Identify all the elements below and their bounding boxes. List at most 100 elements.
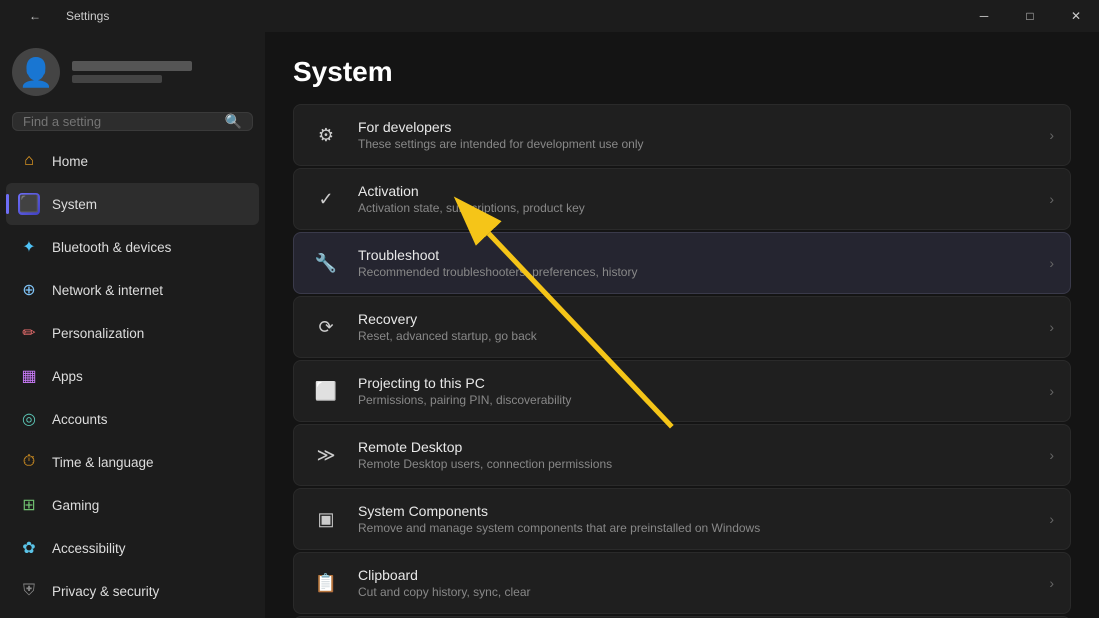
search-icon: 🔍: [225, 113, 242, 130]
titlebar-title: Settings: [66, 9, 109, 23]
sidebar-item-time[interactable]: ⏱ Time & language: [6, 441, 259, 483]
projecting-icon: ⬜: [310, 375, 342, 407]
profile-info: [72, 61, 192, 83]
maximize-icon: □: [1026, 9, 1033, 23]
sidebar-item-home[interactable]: ⌂ Home: [6, 140, 259, 182]
page-title: System: [293, 56, 1071, 88]
projecting-title: Projecting to this PC: [358, 375, 1033, 391]
recovery-title: Recovery: [358, 311, 1033, 327]
sidebar-item-gaming[interactable]: ⊞ Gaming: [6, 484, 259, 526]
accessibility-icon: ✿: [18, 537, 40, 559]
time-icon: ⏱: [18, 451, 40, 473]
developers-icon: ⚙: [310, 119, 342, 151]
sidebar-item-update[interactable]: ↻Windows Update: [6, 613, 259, 618]
close-button[interactable]: ✕: [1053, 0, 1099, 32]
developers-text: For developers These settings are intende…: [358, 119, 1033, 151]
sidebar-label-apps: Apps: [52, 369, 83, 384]
profile-area[interactable]: 👤: [0, 32, 265, 108]
bluetooth-icon: ✦: [18, 236, 40, 258]
active-indicator: [6, 194, 9, 214]
sidebar-item-privacy[interactable]: ⛨ Privacy & security: [6, 570, 259, 612]
profile-email-bar: [72, 75, 162, 83]
system-icon: ⬛: [18, 193, 40, 215]
search-box[interactable]: 🔍: [12, 112, 253, 131]
search-input[interactable]: [23, 114, 217, 129]
home-icon: ⌂: [18, 150, 40, 172]
troubleshoot-chevron: ›: [1049, 255, 1054, 271]
recovery-desc: Reset, advanced startup, go back: [358, 329, 1033, 343]
troubleshoot-icon: 🔧: [310, 247, 342, 279]
developers-title: For developers: [358, 119, 1033, 135]
settings-list: ⚙ For developers These settings are intend…: [293, 104, 1071, 618]
sidebar-label-network: Network & internet: [52, 283, 163, 298]
sidebar-item-apps[interactable]: ▦ Apps: [6, 355, 259, 397]
back-icon: ←: [29, 9, 41, 23]
sidebar-item-bluetooth[interactable]: ✦ Bluetooth & devices: [6, 226, 259, 268]
recovery-icon: ⟳: [310, 311, 342, 343]
remote-desktop-icon: ≫: [310, 439, 342, 471]
sidebar-item-accounts[interactable]: ◎ Accounts: [6, 398, 259, 440]
titlebar-controls: ─ □ ✕: [961, 0, 1099, 32]
nav-list: ⌂ Home ⬛System ✦ Bluetooth & devices ⊕Network…: [0, 139, 265, 618]
sidebar-label-time: Time & language: [52, 455, 154, 470]
projecting-desc: Permissions, pairing PIN, discoverabilit…: [358, 393, 1033, 407]
minimize-icon: ─: [980, 9, 989, 23]
remote-desktop-text: Remote Desktop Remote Desktop users, conn…: [358, 439, 1033, 471]
setting-row-projecting[interactable]: ⬜ Projecting to this PC Permissions, pairi…: [293, 360, 1071, 422]
sidebar-label-home: Home: [52, 154, 88, 169]
sidebar: 👤 🔍 ⌂ Home ⬛System ✦ Bluetooth & devices ⊕Net…: [0, 32, 265, 618]
clipboard-icon: 📋: [310, 567, 342, 599]
maximize-button[interactable]: □: [1007, 0, 1053, 32]
setting-row-troubleshoot[interactable]: 🔧 Troubleshoot Recommended troubleshooters…: [293, 232, 1071, 294]
setting-row-recovery[interactable]: ⟳ Recovery Reset, advanced startup, go bac…: [293, 296, 1071, 358]
activation-desc: Activation state, subscriptions, product…: [358, 201, 1033, 215]
clipboard-text: Clipboard Cut and copy history, sync, cle…: [358, 567, 1033, 599]
sidebar-item-accessibility[interactable]: ✿ Accessibility: [6, 527, 259, 569]
setting-row-system-components[interactable]: ▣ System ComponentsRemove and manage syst…: [293, 488, 1071, 550]
sidebar-item-personalization[interactable]: ✏ Personalization: [6, 312, 259, 354]
projecting-text: Projecting to this PC Permissions, pairin…: [358, 375, 1033, 407]
setting-row-remote-desktop[interactable]: ≫ Remote Desktop Remote Desktop users, con…: [293, 424, 1071, 486]
apps-icon: ▦: [18, 365, 40, 387]
activation-title: Activation: [358, 183, 1033, 199]
system-components-text: System ComponentsRemove and manage syste…: [358, 503, 1033, 535]
troubleshoot-title: Troubleshoot: [358, 247, 1033, 263]
sidebar-label-bluetooth: Bluetooth & devices: [52, 240, 171, 255]
activation-icon: ✓: [310, 183, 342, 215]
developers-chevron: ›: [1049, 127, 1054, 143]
sidebar-label-accessibility: Accessibility: [52, 541, 126, 556]
system-components-title: System Components: [358, 503, 1033, 519]
sidebar-item-system[interactable]: ⬛System: [6, 183, 259, 225]
clipboard-desc: Cut and copy history, sync, clear: [358, 585, 1033, 599]
setting-row-activation[interactable]: ✓ Activation Activation state, subscriptio…: [293, 168, 1071, 230]
personalization-icon: ✏: [18, 322, 40, 344]
clipboard-chevron: ›: [1049, 575, 1054, 591]
activation-chevron: ›: [1049, 191, 1054, 207]
main-content: System ⚙ For developers These settings are…: [265, 32, 1099, 618]
sidebar-item-network[interactable]: ⊕Network & internet: [6, 269, 259, 311]
remote-desktop-desc: Remote Desktop users, connection permiss…: [358, 457, 1033, 471]
system-components-chevron: ›: [1049, 511, 1054, 527]
remote-desktop-title: Remote Desktop: [358, 439, 1033, 455]
minimize-button[interactable]: ─: [961, 0, 1007, 32]
accounts-icon: ◎: [18, 408, 40, 430]
troubleshoot-text: Troubleshoot Recommended troubleshooters,…: [358, 247, 1033, 279]
sidebar-label-personalization: Personalization: [52, 326, 144, 341]
sidebar-label-gaming: Gaming: [52, 498, 99, 513]
app-body: 👤 🔍 ⌂Home⬛System✦Bluetooth & devices⊕Net…: [0, 32, 1099, 618]
back-button[interactable]: ←: [12, 0, 58, 32]
avatar: 👤: [12, 48, 60, 96]
troubleshoot-desc: Recommended troubleshooters, preferences…: [358, 265, 1033, 279]
sidebar-label-privacy: Privacy & security: [52, 584, 159, 599]
setting-row-developers[interactable]: ⚙ For developers These settings are intend…: [293, 104, 1071, 166]
activation-text: Activation Activation state, subscription…: [358, 183, 1033, 215]
setting-row-clipboard[interactable]: 📋 Clipboard Cut and copy history, sync, cl…: [293, 552, 1071, 614]
titlebar: ← Settings ─ □ ✕: [0, 0, 1099, 32]
recovery-chevron: ›: [1049, 319, 1054, 335]
system-components-icon: ▣: [310, 503, 342, 535]
sidebar-label-accounts: Accounts: [52, 412, 108, 427]
developers-desc: These settings are intended for developm…: [358, 137, 1033, 151]
privacy-icon: ⛨: [18, 580, 40, 602]
gaming-icon: ⊞: [18, 494, 40, 516]
clipboard-title: Clipboard: [358, 567, 1033, 583]
